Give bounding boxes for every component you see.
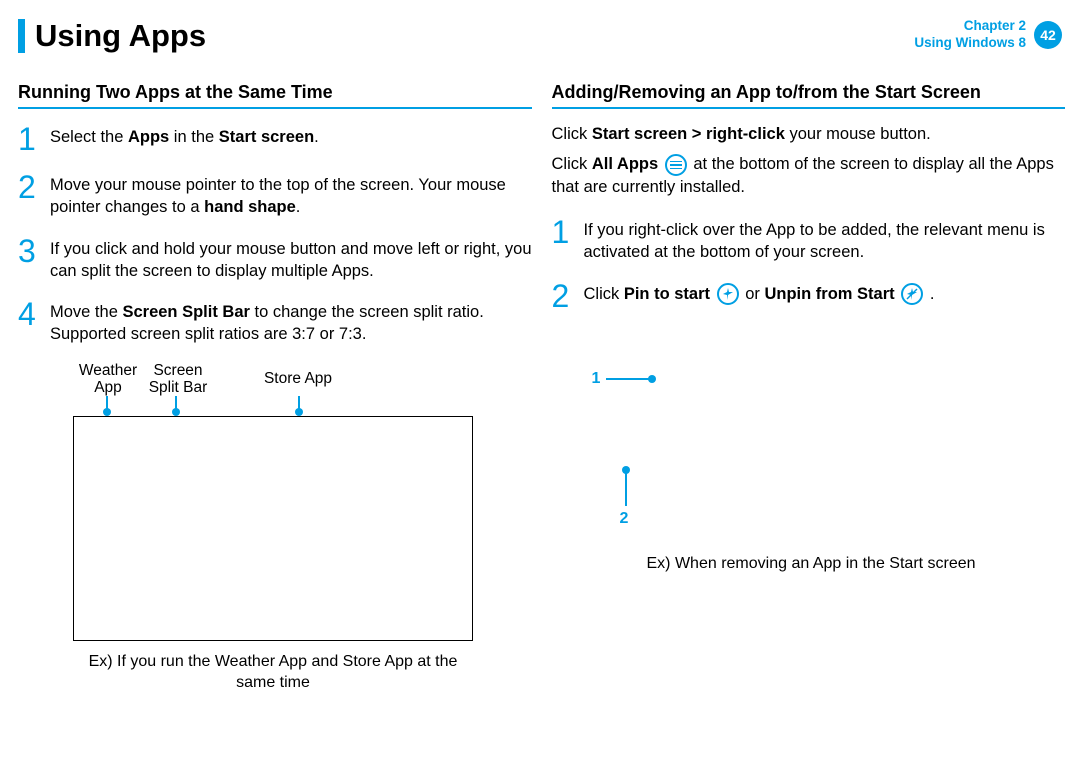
text: or: [745, 285, 764, 303]
chapter-label: Chapter 2 Using Windows 8: [914, 18, 1026, 52]
step-number: 2: [552, 280, 574, 312]
pin-to-start-icon: [717, 283, 739, 305]
step-number: 1: [552, 216, 574, 248]
chapter-line-2: Using Windows 8: [914, 35, 1026, 52]
pin-icon: [298, 396, 300, 410]
text: your mouse button.: [785, 125, 931, 143]
text: Select the: [50, 128, 128, 146]
callout-line-1: [606, 378, 652, 380]
diagram-label-store: Store App: [233, 362, 363, 396]
page-title: Using Apps: [35, 18, 206, 54]
right-column: Adding/Removing an App to/from the Start…: [552, 64, 1066, 694]
unpin-from-start-icon: [901, 283, 923, 305]
bold-text: hand shape: [204, 198, 296, 216]
step-3: 3 If you click and hold your mouse butto…: [18, 235, 532, 283]
text: Click: [552, 125, 592, 143]
text: .: [314, 128, 319, 146]
diagram-label-weather-1: Weather: [73, 362, 143, 379]
page-number-badge: 42: [1034, 21, 1062, 49]
diagram-placeholder-box: [73, 416, 473, 641]
right-step-1: 1 If you right-click over the App to be …: [552, 216, 1066, 264]
section-title-add-remove-app: Adding/Removing an App to/from the Start…: [552, 82, 1066, 109]
callout-number-1: 1: [592, 370, 601, 388]
diagram-label-split-2: Split Bar: [143, 379, 213, 396]
diagram-caption: Ex) If you run the Weather App and Store…: [73, 651, 473, 694]
split-screen-diagram: Weather App Screen Split Bar Store App E…: [73, 362, 532, 694]
all-apps-icon: [665, 154, 687, 176]
bold-text: Pin to start: [624, 285, 715, 303]
step-4: 4 Move the Screen Split Bar to change th…: [18, 298, 532, 346]
step-number: 2: [18, 171, 40, 203]
step-text: Select the Apps in the Start screen.: [50, 123, 319, 148]
pin-icon: [106, 396, 108, 410]
chapter-line-1: Chapter 2: [914, 18, 1026, 35]
intro-paragraph-1: Click Start screen > right-click your mo…: [552, 123, 1066, 145]
step-text: If you click and hold your mouse button …: [50, 235, 532, 283]
bold-text: All Apps: [592, 155, 658, 173]
pin-icon: [175, 396, 177, 410]
bold-text: Screen Split Bar: [122, 303, 249, 321]
text: Click: [552, 155, 592, 173]
right-diagram-caption: Ex) When removing an App in the Start sc…: [647, 555, 1066, 573]
step-text: Click Pin to start or Unpin from Start .: [584, 280, 935, 306]
bold-text: Unpin from Start: [764, 285, 894, 303]
bold-text: Start screen: [219, 128, 314, 146]
diagram-label-split-1: Screen: [143, 362, 213, 379]
start-screen-callout-diagram: 1 2: [592, 370, 1066, 555]
callout-line-2: [625, 470, 627, 506]
step-number: 3: [18, 235, 40, 267]
step-text: If you right-click over the App to be ad…: [584, 216, 1066, 264]
text: .: [930, 285, 935, 303]
text: Click: [584, 285, 624, 303]
bold-text: Start screen > right-click: [592, 125, 785, 143]
left-column: Running Two Apps at the Same Time 1 Sele…: [18, 64, 532, 694]
step-number: 4: [18, 298, 40, 330]
diagram-label-weather-2: App: [73, 379, 143, 396]
callout-number-2: 2: [620, 510, 629, 528]
step-2: 2 Move your mouse pointer to the top of …: [18, 171, 532, 219]
text: Move the: [50, 303, 122, 321]
step-1: 1 Select the Apps in the Start screen.: [18, 123, 532, 155]
intro-paragraph-2: Click All Apps at the bottom of the scre…: [552, 153, 1066, 198]
text: in the: [169, 128, 219, 146]
step-text: Move your mouse pointer to the top of th…: [50, 171, 532, 219]
section-title-running-two-apps: Running Two Apps at the Same Time: [18, 82, 532, 109]
step-text: Move the Screen Split Bar to change the …: [50, 298, 532, 346]
step-number: 1: [18, 123, 40, 155]
bold-text: Apps: [128, 128, 169, 146]
right-step-2: 2 Click Pin to start or Unpin from Start…: [552, 280, 1066, 312]
text: .: [296, 198, 301, 216]
header-accent-bar: [18, 19, 25, 53]
